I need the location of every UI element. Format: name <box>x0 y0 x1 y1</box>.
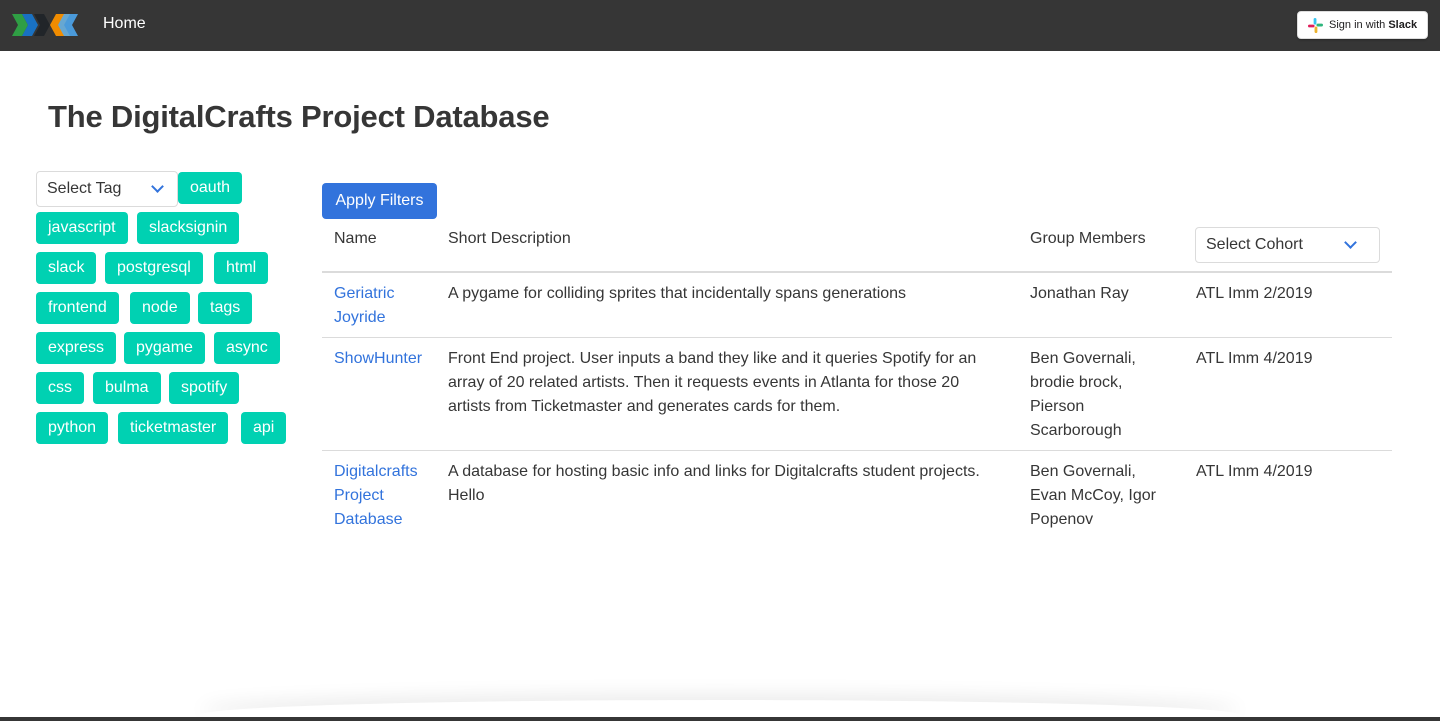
cohort: ATL Imm 2/2019 <box>1196 285 1313 302</box>
group-members: Ben Governali, brodie brock, Pierson Sca… <box>1030 347 1136 443</box>
member-line: Evan McCoy, Igor <box>1030 487 1156 504</box>
project-link-digitalcrafts-project-database[interactable]: Digitalcrafts Project Database <box>334 460 418 532</box>
apply-filters-button[interactable]: Apply Filters <box>322 183 437 219</box>
description-line: Hello <box>448 487 485 504</box>
tag-javascript[interactable]: javascript <box>36 212 128 244</box>
project-description: A database for hosting basic info and li… <box>448 460 980 508</box>
tag-css[interactable]: css <box>36 372 84 404</box>
description-line: artists from Ticketmaster and generates … <box>448 398 841 415</box>
tag-express[interactable]: express <box>36 332 117 364</box>
member-line: Jonathan Ray <box>1030 285 1129 302</box>
tag-python[interactable]: python <box>36 412 109 444</box>
tag-node[interactable]: node <box>130 292 190 324</box>
slack-icon <box>1308 17 1323 33</box>
tag-bulma[interactable]: bulma <box>93 372 161 404</box>
tag-slack[interactable]: slack <box>36 252 97 284</box>
window-bottom-edge <box>0 717 1440 721</box>
project-name-line: Database <box>334 511 403 528</box>
tag-slacksignin[interactable]: slacksignin <box>137 212 240 244</box>
member-line: Popenov <box>1030 511 1094 528</box>
group-members: Jonathan Ray <box>1030 282 1129 306</box>
project-name-line: Geriatric <box>334 285 395 302</box>
digitalcrafts-logo-icon[interactable] <box>12 11 80 40</box>
tag-tags[interactable]: tags <box>198 292 253 324</box>
tag-select[interactable]: Select Tag <box>36 171 178 207</box>
tag-api[interactable]: api <box>241 412 287 444</box>
project-description: Front End project. User inputs a band th… <box>448 347 976 419</box>
slack-signin-button[interactable]: Sign in with Slack <box>1297 11 1428 39</box>
member-line: Ben Governali, <box>1030 463 1136 480</box>
description-line: A pygame for colliding sprites that inci… <box>448 285 907 302</box>
member-line: Ben Governali, <box>1030 350 1136 367</box>
cohort-select[interactable]: Select Cohort <box>1195 227 1380 263</box>
description-line: Front End project. User inputs a band th… <box>448 350 977 367</box>
table-header-divider <box>322 271 1392 273</box>
member-line: Pierson <box>1030 398 1085 415</box>
project-name-line: Joyride <box>334 309 386 326</box>
navbar: Home Sign in with Slack <box>0 0 1440 51</box>
description-line: array of 20 related artists. Then it req… <box>448 374 960 391</box>
project-link-geriatric-joyride[interactable]: Geriatric Joyride <box>334 282 394 330</box>
tag-html[interactable]: html <box>214 252 269 284</box>
tag-async[interactable]: async <box>214 332 280 364</box>
project-link-showhunter[interactable]: ShowHunter <box>334 347 422 371</box>
group-members: Ben Governali, Evan McCoy, Igor Popenov <box>1030 460 1156 532</box>
slack-signin-label: Sign in with Slack <box>1329 19 1418 31</box>
column-header-name: Name <box>334 230 377 247</box>
member-line: Scarborough <box>1030 422 1122 439</box>
tag-pygame[interactable]: pygame <box>124 332 205 364</box>
tag-spotify[interactable]: spotify <box>169 372 240 404</box>
tag-frontend[interactable]: frontend <box>36 292 119 324</box>
project-name-line: Project <box>334 487 384 504</box>
row-divider <box>322 450 1392 451</box>
tag-oauth[interactable]: oauth <box>178 172 243 204</box>
project-description: A pygame for colliding sprites that inci… <box>448 282 906 306</box>
description-line: A database for hosting basic info and li… <box>448 463 980 480</box>
nav-home-link[interactable]: Home <box>103 15 146 33</box>
column-header-members: Group Members <box>1030 230 1146 247</box>
member-line: brodie brock, <box>1030 374 1123 391</box>
chevron-down-icon <box>151 180 164 193</box>
page-title: The DigitalCrafts Project Database <box>48 99 550 134</box>
project-name-line: ShowHunter <box>334 350 423 367</box>
column-header-description: Short Description <box>448 230 571 247</box>
cohort: ATL Imm 4/2019 <box>1196 463 1313 480</box>
tag-select-value: Select Tag <box>47 180 122 197</box>
project-name-line: Digitalcrafts <box>334 463 418 480</box>
chevron-down-icon <box>1344 236 1357 249</box>
tag-postgresql[interactable]: postgresql <box>105 252 203 284</box>
cohort-select-value: Select Cohort <box>1206 236 1303 253</box>
tag-ticketmaster[interactable]: ticketmaster <box>118 412 229 444</box>
cohort: ATL Imm 4/2019 <box>1196 350 1313 367</box>
row-divider <box>322 337 1392 338</box>
